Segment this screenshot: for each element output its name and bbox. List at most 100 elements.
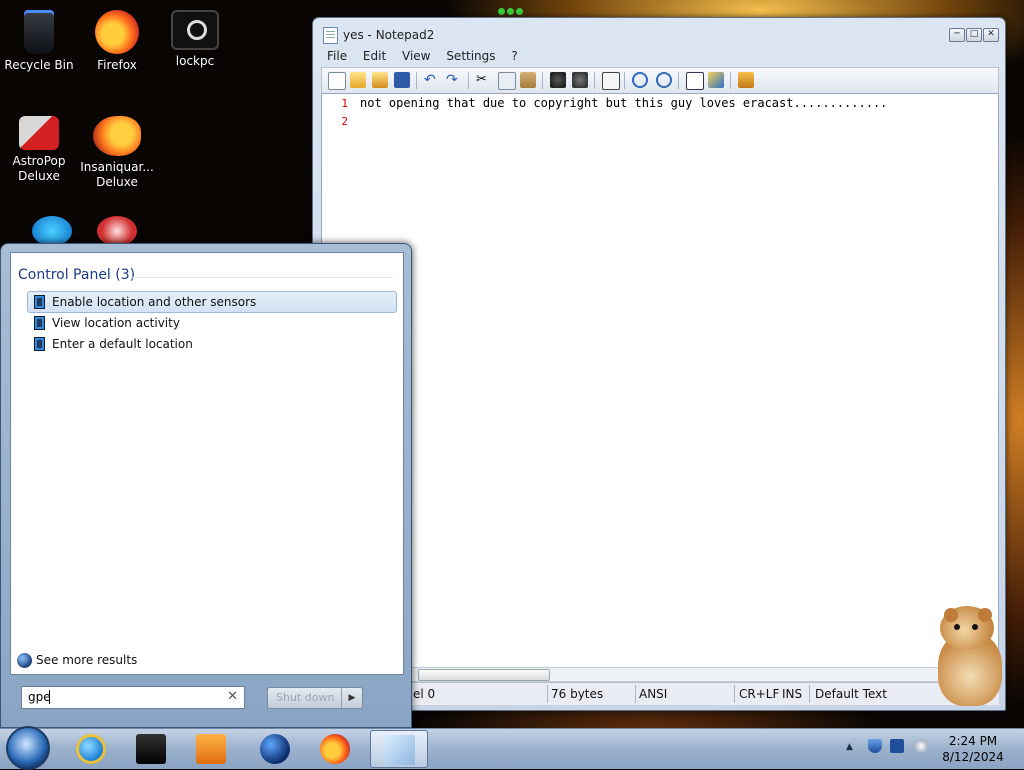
toolbar-separator bbox=[542, 72, 543, 89]
control-panel-icon bbox=[34, 316, 45, 330]
firefox-icon bbox=[320, 734, 350, 764]
menu-help[interactable]: ? bbox=[505, 48, 523, 64]
start-menu: Control Panel (3) Enable location and ot… bbox=[0, 243, 412, 728]
taskbar-firefox[interactable] bbox=[306, 730, 362, 766]
control-panel-icon bbox=[34, 295, 45, 309]
notepad2-window[interactable]: yes - Notepad2 ─ □ ✕ File Edit View Sett… bbox=[312, 17, 1006, 711]
desktop-icon-label: lockpc bbox=[175, 54, 215, 68]
line-number: 2 bbox=[341, 115, 348, 128]
scheme-icon[interactable] bbox=[686, 72, 704, 90]
taskbar-internet-explorer[interactable] bbox=[62, 730, 118, 766]
menu-edit[interactable]: Edit bbox=[357, 48, 392, 64]
toolbar-separator bbox=[678, 72, 679, 89]
word-wrap-icon[interactable] bbox=[602, 72, 620, 90]
close-button[interactable]: ✕ bbox=[983, 28, 999, 42]
status-size: 76 bytes bbox=[551, 687, 604, 701]
start-search-input[interactable]: gpe ✕ bbox=[21, 686, 245, 709]
cut-icon[interactable]: ✂ bbox=[476, 72, 492, 88]
insaniquarium-icon bbox=[93, 116, 141, 156]
lockpc-icon bbox=[171, 10, 219, 50]
open-folder-icon[interactable] bbox=[350, 72, 366, 88]
status-insert-mode: INS bbox=[782, 687, 803, 701]
taskbar-earth[interactable] bbox=[246, 730, 302, 766]
menu-file[interactable]: File bbox=[321, 48, 353, 64]
clear-search-icon[interactable]: ✕ bbox=[227, 689, 238, 704]
shutdown-label: Shut down bbox=[276, 691, 335, 704]
shutdown-options-arrow-icon[interactable]: ▶ bbox=[341, 688, 362, 708]
status-divider bbox=[809, 685, 810, 703]
notepad-icon bbox=[323, 27, 338, 44]
desktop-icon-recycle-bin[interactable]: Recycle Bin bbox=[1, 10, 77, 73]
customize-icon[interactable] bbox=[708, 72, 724, 88]
copy-icon[interactable] bbox=[498, 72, 516, 90]
shutdown-button[interactable]: Shut down ▶ bbox=[267, 687, 363, 709]
desktop-icon-label: Insaniquar... Deluxe bbox=[80, 160, 154, 189]
status-bar: el 0 76 bytes ANSI CR+LF INS Default Tex… bbox=[321, 682, 999, 705]
save-icon[interactable] bbox=[394, 72, 410, 88]
maximize-button[interactable]: □ bbox=[966, 28, 982, 42]
find-icon[interactable] bbox=[550, 72, 566, 88]
browse-icon[interactable] bbox=[372, 72, 388, 88]
redo-icon[interactable]: ↷ bbox=[446, 72, 462, 88]
desktop-icon-lockpc[interactable]: lockpc bbox=[157, 10, 233, 69]
scrollbar-thumb[interactable] bbox=[418, 669, 550, 681]
clock-time: 2:24 PM bbox=[948, 734, 998, 748]
astropop-icon bbox=[19, 116, 59, 150]
hamster-eye bbox=[972, 624, 978, 630]
shield-icon[interactable] bbox=[868, 739, 882, 753]
horizontal-scrollbar[interactable] bbox=[321, 667, 999, 682]
desktop-icon-label: Firefox bbox=[97, 58, 137, 72]
new-file-icon[interactable] bbox=[328, 72, 346, 90]
editor-line[interactable]: not opening that due to copyright but th… bbox=[360, 96, 887, 110]
result-view-location-activity[interactable]: View location activity bbox=[27, 312, 397, 334]
earth-icon bbox=[260, 734, 290, 764]
minimize-button[interactable]: ─ bbox=[949, 28, 965, 42]
status-divider bbox=[635, 685, 636, 703]
results-group-heading[interactable]: Control Panel (3) bbox=[18, 267, 135, 283]
undo-icon[interactable]: ↶ bbox=[424, 72, 440, 88]
control-panel-icon bbox=[34, 337, 45, 351]
see-more-label: See more results bbox=[36, 653, 138, 667]
firefox-icon bbox=[95, 10, 139, 54]
lockpc-icon bbox=[136, 734, 166, 764]
show-hidden-icons-arrow-icon[interactable]: ▲ bbox=[846, 742, 853, 752]
taskbar-lockpc[interactable] bbox=[122, 730, 178, 766]
window-titlebar[interactable]: yes - Notepad2 ─ □ ✕ bbox=[313, 18, 1005, 48]
replace-icon[interactable] bbox=[572, 72, 588, 88]
result-label: Enable location and other sensors bbox=[52, 295, 257, 309]
toolbar: ↶ ↷ ✂ bbox=[321, 67, 999, 94]
media-player-icon bbox=[196, 734, 226, 764]
window-title: yes - Notepad2 bbox=[343, 28, 435, 42]
text-editor[interactable]: 1 2 not opening that due to copyright bu… bbox=[321, 93, 999, 669]
result-label: Enter a default location bbox=[52, 337, 193, 351]
status-position: el 0 bbox=[413, 687, 436, 701]
exit-icon[interactable] bbox=[738, 72, 754, 88]
toolbar-separator bbox=[730, 72, 731, 89]
desktop-icon-astropop[interactable]: AstroPop Deluxe bbox=[1, 116, 77, 184]
menu-settings[interactable]: Settings bbox=[440, 48, 501, 64]
result-default-location[interactable]: Enter a default location bbox=[27, 333, 397, 355]
heading-divider bbox=[131, 277, 393, 278]
taskbar-media-player[interactable] bbox=[182, 730, 238, 766]
result-label: View location activity bbox=[52, 316, 180, 330]
notepad2-icon bbox=[385, 735, 415, 765]
network-icon[interactable] bbox=[890, 739, 904, 753]
desktop-icon-firefox[interactable]: Firefox bbox=[79, 10, 155, 73]
status-scheme[interactable]: Default Text bbox=[815, 687, 887, 701]
recycle-bin-icon bbox=[24, 10, 54, 54]
volume-icon[interactable] bbox=[914, 739, 928, 753]
hamster-desktop-pet[interactable] bbox=[932, 604, 1008, 708]
status-encoding[interactable]: ANSI bbox=[639, 687, 667, 701]
result-enable-location[interactable]: Enable location and other sensors bbox=[27, 291, 397, 313]
start-button[interactable] bbox=[6, 726, 50, 770]
menu-view[interactable]: View bbox=[396, 48, 436, 64]
toolbar-separator bbox=[468, 72, 469, 89]
system-clock[interactable]: 2:24 PM 8/12/2024 bbox=[930, 733, 1016, 765]
paste-icon[interactable] bbox=[520, 72, 536, 88]
status-line-endings[interactable]: CR+LF bbox=[739, 687, 779, 701]
zoom-in-icon[interactable] bbox=[632, 72, 648, 88]
zoom-out-icon[interactable] bbox=[656, 72, 672, 88]
taskbar-notepad2[interactable] bbox=[370, 730, 428, 768]
toolbar-separator bbox=[624, 72, 625, 89]
desktop-icon-insaniquarium[interactable]: Insaniquar... Deluxe bbox=[79, 116, 155, 190]
